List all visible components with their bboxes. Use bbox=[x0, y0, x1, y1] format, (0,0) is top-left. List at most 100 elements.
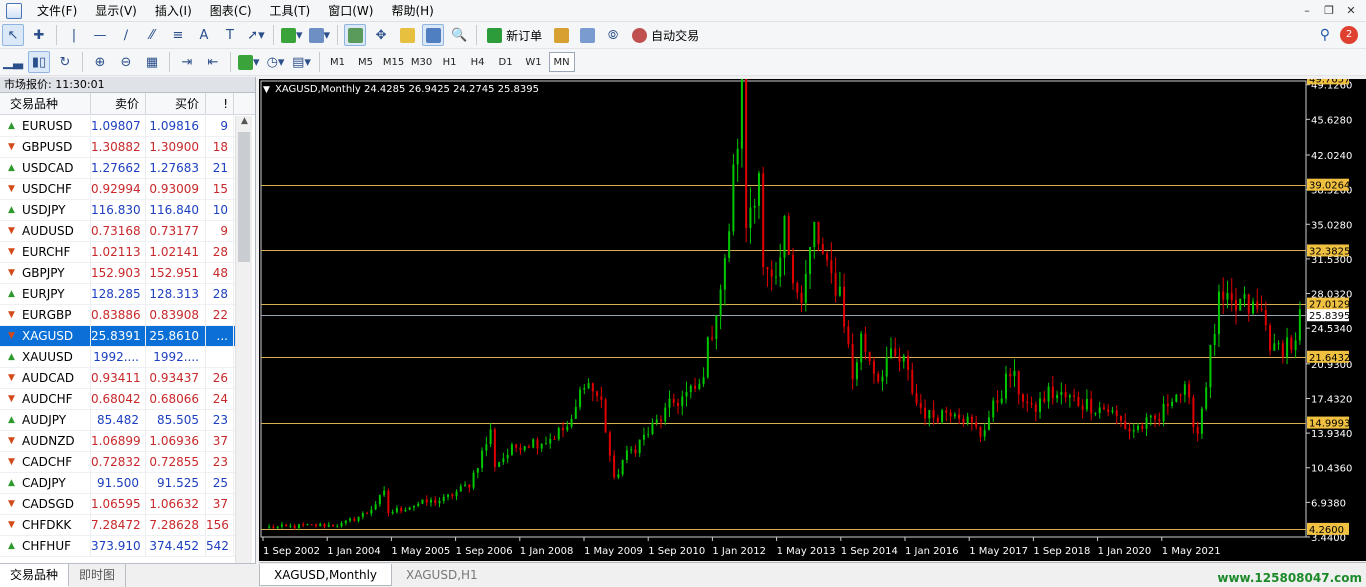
market-watch-row[interactable]: ▼ USDCHF 0.92994 0.93009 15 bbox=[0, 178, 236, 200]
timeframe-button-m30[interactable]: M30 bbox=[409, 52, 435, 72]
candlestick-chart[interactable]: 49.126045.628042.024038.526035.028031.53… bbox=[259, 79, 1366, 561]
menu-item[interactable]: 工具(T) bbox=[261, 0, 320, 22]
spread-cell: 156 bbox=[206, 514, 234, 536]
market-icon[interactable]: ⦾ bbox=[602, 24, 624, 46]
menu-item[interactable]: 窗口(W) bbox=[319, 0, 382, 22]
timeframe-button-h4[interactable]: H4 bbox=[465, 52, 491, 72]
strategy-tester-icon[interactable]: 🔍 bbox=[448, 24, 470, 46]
column-spread[interactable]: ! bbox=[206, 92, 234, 115]
scroll-up-icon[interactable]: ▲ bbox=[236, 116, 253, 131]
chart-shift-icon[interactable]: ⇤ bbox=[202, 51, 224, 73]
market-watch-row[interactable]: ▼ EURCHF 1.02113 1.02141 28 bbox=[0, 241, 236, 263]
auto-trading-button[interactable]: 自动交易 bbox=[626, 24, 705, 46]
zoom-out-icon[interactable]: ⊖ bbox=[115, 51, 137, 73]
indicators-icon[interactable]: ▾ bbox=[237, 51, 261, 73]
profiles-icon[interactable]: ▾ bbox=[308, 24, 332, 46]
column-symbol[interactable]: 交易品种 bbox=[0, 92, 91, 115]
market-watch-row[interactable]: ▲ XAUUSD 1992.... 1992.... bbox=[0, 346, 236, 368]
market-watch-row[interactable]: ▼ AUDNZD 1.06899 1.06936 37 bbox=[0, 430, 236, 452]
market-watch-row[interactable]: ▲ USDCAD 1.27662 1.27683 21 bbox=[0, 157, 236, 179]
timeframe-button-d1[interactable]: D1 bbox=[493, 52, 519, 72]
line-chart-icon[interactable]: ↻ bbox=[54, 51, 76, 73]
market-watch-row[interactable]: ▼ AUDCAD 0.93411 0.93437 26 bbox=[0, 367, 236, 389]
column-bid[interactable]: 卖价 bbox=[91, 92, 146, 115]
market-watch-scrollbar[interactable]: ▲ ▼ bbox=[235, 116, 252, 587]
scroll-thumb[interactable] bbox=[238, 132, 250, 262]
restore-icon[interactable]: ❐ bbox=[1320, 3, 1338, 19]
bar-chart-icon[interactable]: ▁▃ bbox=[2, 51, 24, 73]
market-watch-row[interactable]: ▲ EURUSD 1.09807 1.09816 9 bbox=[0, 116, 236, 137]
candle-body bbox=[711, 337, 714, 340]
trendline-icon[interactable]: ∕ bbox=[115, 24, 137, 46]
market-watch-row[interactable]: ▼ AUDUSD 0.73168 0.73177 9 bbox=[0, 220, 236, 242]
timeframe-button-m15[interactable]: M15 bbox=[381, 52, 407, 72]
close-icon[interactable]: ✕ bbox=[1342, 3, 1360, 19]
navigator-icon[interactable] bbox=[396, 24, 418, 46]
candle-body bbox=[1247, 294, 1250, 314]
chart-tab[interactable]: XAGUSD,H1 bbox=[392, 564, 492, 586]
arrow-tool-icon[interactable]: ➚▾ bbox=[245, 24, 267, 46]
market-watch-row[interactable]: ▲ EURJPY 128.285 128.313 28 bbox=[0, 283, 236, 305]
candle-body bbox=[1102, 407, 1105, 410]
text-tool-icon[interactable]: A bbox=[193, 24, 215, 46]
timeframe-button-m5[interactable]: M5 bbox=[353, 52, 379, 72]
candlestick-chart-icon[interactable]: ▮▯ bbox=[28, 51, 50, 73]
menu-item[interactable]: 插入(I) bbox=[146, 0, 201, 22]
signals-icon[interactable] bbox=[576, 24, 598, 46]
timeframe-button-mn[interactable]: MN bbox=[548, 52, 575, 72]
candle-body bbox=[928, 410, 931, 419]
timeframe-button-m1[interactable]: M1 bbox=[325, 52, 351, 72]
market-watch-row[interactable]: ▼ CADCHF 0.72832 0.72855 23 bbox=[0, 451, 236, 473]
templates-icon[interactable]: ▤▾ bbox=[291, 51, 313, 73]
new-chart-icon[interactable]: ▾ bbox=[280, 24, 304, 46]
market-watch-row[interactable]: ▲ CADJPY 91.500 91.525 25 bbox=[0, 472, 236, 494]
cursor-tool-icon[interactable]: ↖ bbox=[2, 24, 24, 46]
market-watch-row[interactable]: ▼ XAGUSD 25.8391 25.8610... bbox=[0, 325, 236, 347]
menu-item[interactable]: 帮助(H) bbox=[382, 0, 442, 22]
menu-item[interactable]: 图表(C) bbox=[201, 0, 261, 22]
level-label: 27.0129 bbox=[1309, 300, 1350, 311]
data-window-icon[interactable]: ✥ bbox=[370, 24, 392, 46]
market-watch-row[interactable]: ▼ CADSGD 1.06595 1.06632 37 bbox=[0, 493, 236, 515]
candle-body bbox=[1269, 325, 1272, 351]
market-watch-row[interactable]: ▼ CHFDKK 7.28472 7.28628 156 bbox=[0, 514, 236, 536]
market-watch-row[interactable]: ▼ EURGBP 0.83886 0.83908 22 bbox=[0, 304, 236, 326]
periods-icon[interactable]: ◷▾ bbox=[265, 51, 287, 73]
chart-window[interactable]: 49.1260 45.6280 42.0240 38.5260 35.0280 31.53… bbox=[259, 79, 1366, 561]
crosshair-tool-icon[interactable]: ✚ bbox=[28, 24, 50, 46]
zoom-in-icon[interactable]: ⊕ bbox=[89, 51, 111, 73]
candle-body bbox=[1188, 384, 1191, 398]
market-watch-row[interactable]: ▼ GBPJPY 152.903 152.951 48 bbox=[0, 262, 236, 284]
notifications-icon[interactable]: 2 bbox=[1340, 26, 1358, 44]
auto-scroll-icon[interactable]: ⇥ bbox=[176, 51, 198, 73]
vertical-line-icon[interactable]: | bbox=[63, 24, 85, 46]
horizontal-line-icon[interactable]: — bbox=[89, 24, 111, 46]
new-order-button[interactable]: 新订单 bbox=[481, 24, 548, 46]
candle-body bbox=[400, 507, 403, 512]
market-watch-row[interactable]: ▲ AUDJPY 85.482 85.505 23 bbox=[0, 409, 236, 431]
x-tick-label: 1 Jan 2004 bbox=[327, 546, 381, 557]
metaeditor-icon[interactable] bbox=[550, 24, 572, 46]
search-icon[interactable]: ⚲ bbox=[1320, 27, 1330, 43]
text-label-icon[interactable]: T bbox=[219, 24, 241, 46]
candle-body bbox=[621, 459, 624, 475]
market-watch-tab[interactable]: 即时图 bbox=[69, 564, 127, 587]
market-watch-row[interactable]: ▼ AUDCHF 0.68042 0.68066 24 bbox=[0, 388, 236, 410]
menu-item[interactable]: 显示(V) bbox=[86, 0, 146, 22]
minimize-icon[interactable]: – bbox=[1298, 3, 1316, 19]
chart-tab[interactable]: XAGUSD,Monthly bbox=[259, 564, 393, 586]
market-watch-toggle-icon[interactable] bbox=[344, 24, 367, 46]
equidistant-channel-icon[interactable]: ⁄⁄ bbox=[141, 24, 163, 46]
menu-item[interactable]: 文件(F) bbox=[28, 0, 86, 22]
terminal-toggle-icon[interactable] bbox=[422, 24, 445, 46]
tile-windows-icon[interactable]: ▦ bbox=[141, 51, 163, 73]
column-ask[interactable]: 买价 bbox=[146, 92, 206, 115]
market-watch-row[interactable]: ▼ GBPUSD 1.30882 1.30900 18 bbox=[0, 136, 236, 158]
market-watch-row[interactable]: ▲ CHFHUF 373.910 374.452 542 bbox=[0, 535, 236, 557]
timeframe-button-h1[interactable]: H1 bbox=[437, 52, 463, 72]
timeframe-button-w1[interactable]: W1 bbox=[521, 52, 547, 72]
market-watch-row[interactable]: ▲ USDJPY 116.830 116.840 10 bbox=[0, 199, 236, 221]
symbol-cell: ▼ AUDCAD bbox=[0, 367, 91, 389]
fibonacci-icon[interactable]: ≡ bbox=[167, 24, 189, 46]
market-watch-tab[interactable]: 交易品种 bbox=[0, 564, 70, 587]
